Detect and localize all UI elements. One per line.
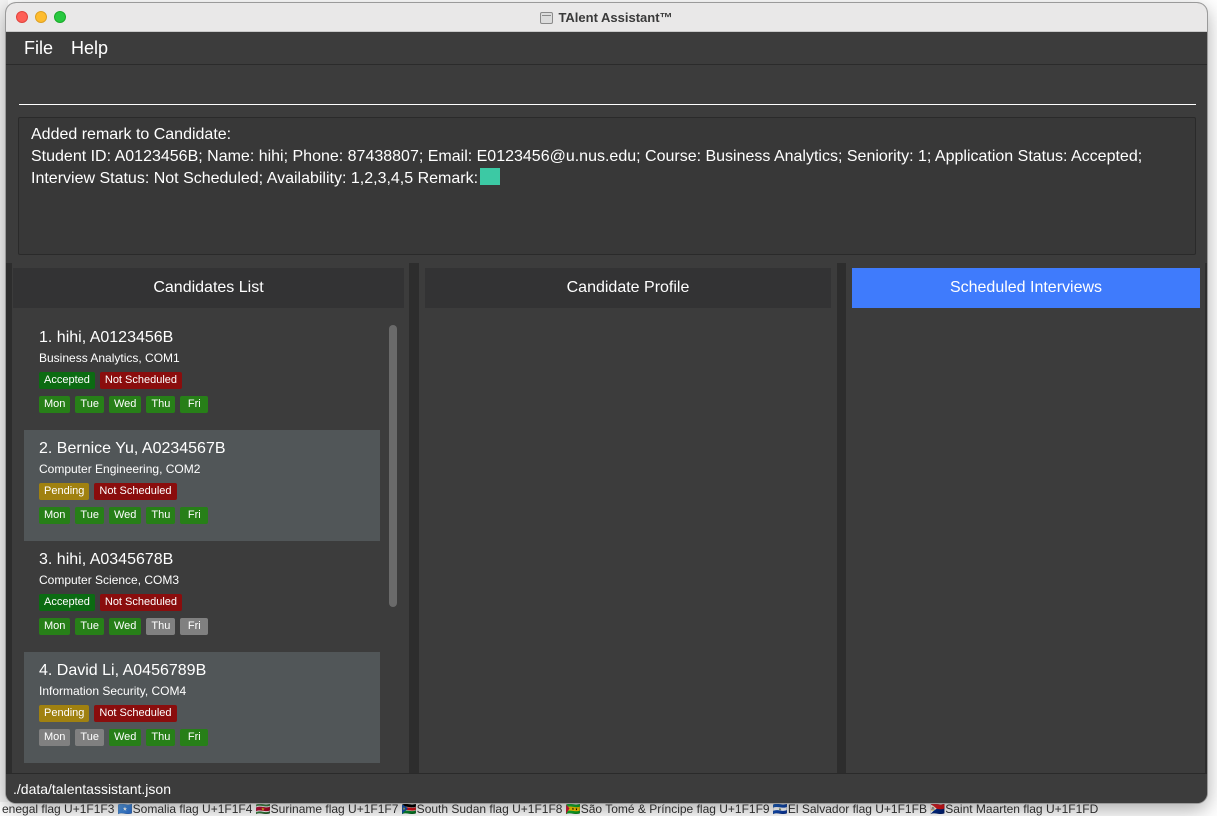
status-bar: ./data/talentassistant.json [6, 773, 1207, 803]
candidate-name: 2. Bernice Yu, A0234567B [39, 440, 226, 457]
candidate-course: Information Security, COM4 [39, 684, 187, 698]
command-area [6, 65, 1207, 107]
status-tags: Accepted Not Scheduled [39, 372, 365, 389]
candidate-course: Computer Engineering, COM2 [39, 462, 201, 476]
day-badge-mon: Mon [39, 396, 71, 413]
day-badge-thu: Thu [146, 618, 176, 635]
interview-status-badge: Not Scheduled [99, 594, 183, 611]
day-badge-wed: Wed [108, 507, 142, 524]
application-status-badge: Accepted [39, 594, 95, 611]
day-badge-thu: Thu [146, 507, 176, 524]
candidates-pane: Candidates List 1. hihi, A0123456B Busine… [12, 263, 409, 773]
interview-status-badge: Not Scheduled [99, 372, 183, 389]
availability-days: Mon Tue Wed Thu Fri [39, 396, 365, 413]
menu-bar: File Help [6, 32, 1207, 65]
candidate-card[interactable]: 4. David Li, A0456789B Information Securi… [24, 652, 380, 763]
day-badge-mon: Mon [39, 618, 71, 635]
candidate-course: Business Analytics, COM1 [39, 351, 180, 365]
application-status-badge: Accepted [39, 372, 95, 389]
candidate-course: Computer Science, COM3 [39, 573, 180, 587]
result-line-1: Added remark to Candidate: [31, 126, 232, 143]
candidates-scrollbar[interactable] [389, 325, 397, 607]
background-app-text: enegal flag U+1F1F3 🇸🇴Somalia flag U+1F1… [0, 802, 1217, 816]
tab-candidates-list[interactable]: Candidates List [13, 268, 404, 308]
command-input[interactable] [19, 71, 1196, 105]
result-line-3-wrap: Interview Status: Not Scheduled; Availab… [31, 168, 1183, 190]
interviews-pane: Scheduled Interviews [846, 263, 1205, 773]
status-tags: Pending Not Scheduled [39, 483, 365, 500]
tab-scheduled-interviews[interactable]: Scheduled Interviews [852, 268, 1200, 308]
candidate-name: 3. hihi, A0345678B [39, 551, 174, 568]
status-tags: Pending Not Scheduled [39, 705, 365, 722]
availability-days: Mon Tue Wed Thu Fri [39, 507, 365, 524]
availability-days: Mon Tue Wed Thu Fri [39, 618, 365, 635]
day-badge-wed: Wed [108, 396, 142, 413]
status-tags: Accepted Not Scheduled [39, 594, 365, 611]
day-badge-tue: Tue [75, 618, 104, 635]
app-icon [540, 11, 554, 24]
remark-color-swatch [480, 168, 501, 185]
result-line-3: Interview Status: Not Scheduled; Availab… [31, 170, 479, 187]
candidate-name: 4. David Li, A0456789B [39, 662, 207, 679]
application-status-badge: Pending [39, 705, 90, 722]
interview-status-badge: Not Scheduled [94, 483, 177, 500]
menu-help[interactable]: Help [71, 38, 108, 59]
tab-candidate-profile[interactable]: Candidate Profile [425, 268, 831, 308]
window-title-wrap: TAlent Assistant™ [6, 3, 1207, 32]
result-display: Added remark to Candidate: Student ID: A… [18, 117, 1196, 255]
day-badge-mon: Mon [39, 729, 71, 746]
interview-status-badge: Not Scheduled [94, 705, 177, 722]
day-badge-fri: Fri [180, 507, 209, 524]
candidate-card[interactable]: 1. hihi, A0123456B Business Analytics, CO… [24, 319, 380, 430]
candidates-list[interactable]: 1. hihi, A0123456B Business Analytics, CO… [24, 319, 380, 763]
availability-days: Mon Tue Wed Thu Fri [39, 729, 365, 746]
day-badge-tue: Tue [75, 729, 104, 746]
application-status-badge: Pending [39, 483, 90, 500]
day-badge-fri: Fri [180, 729, 209, 746]
candidate-name: 1. hihi, A0123456B [39, 329, 174, 346]
day-badge-fri: Fri [180, 396, 209, 413]
day-badge-fri: Fri [180, 618, 209, 635]
day-badge-mon: Mon [39, 507, 71, 524]
day-badge-thu: Thu [146, 396, 176, 413]
day-badge-thu: Thu [146, 729, 176, 746]
candidate-card[interactable]: 2. Bernice Yu, A0234567B Computer Enginee… [24, 430, 380, 541]
profile-pane: Candidate Profile [419, 263, 837, 773]
panes-container: Candidates List 1. hihi, A0123456B Busine… [6, 263, 1207, 773]
window-title: TAlent Assistant™ [558, 10, 673, 25]
day-badge-wed: Wed [108, 729, 142, 746]
app-window: TAlent Assistant™ File Help Added remark… [6, 3, 1207, 803]
day-badge-tue: Tue [75, 507, 104, 524]
day-badge-wed: Wed [108, 618, 142, 635]
day-badge-tue: Tue [75, 396, 104, 413]
result-line-2: Student ID: A0123456B; Name: hihi; Phone… [31, 148, 1143, 165]
menu-file[interactable]: File [24, 38, 53, 59]
candidate-card[interactable]: 3. hihi, A0345678B Computer Science, COM3… [24, 541, 380, 652]
data-file-path: ./data/talentassistant.json [13, 781, 171, 797]
title-bar: TAlent Assistant™ [6, 3, 1207, 32]
